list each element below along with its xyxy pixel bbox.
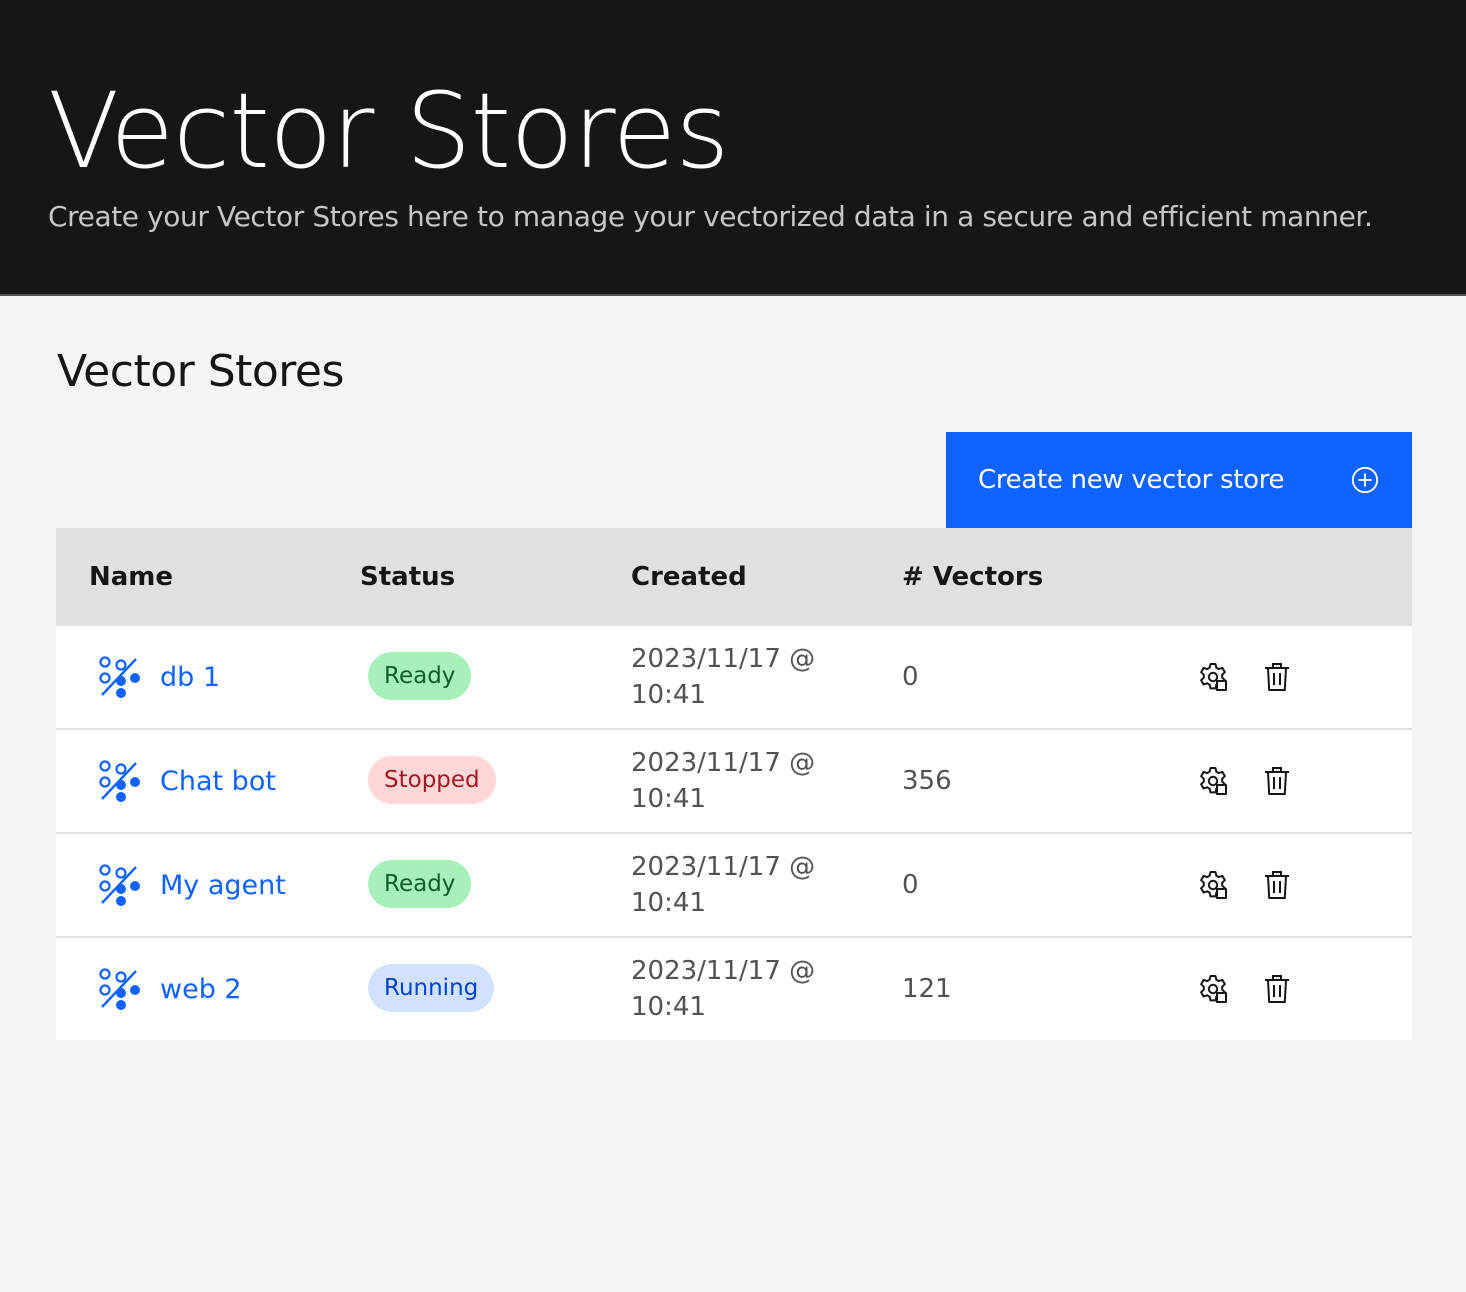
name-cell: My agent	[98, 834, 286, 936]
percentage-vector-icon	[99, 656, 140, 698]
vector-count: 0	[902, 662, 919, 692]
table-header: Name Status Created # Vectors	[56, 528, 1412, 626]
created-timestamp: 2023/11/17 @ 10:41	[631, 852, 816, 918]
table-row: Chat bot Stopped 2023/11/17 @ 10:41 356	[56, 730, 1412, 834]
page-title: Vector Stores	[48, 70, 730, 192]
settings-gear-icon	[1200, 975, 1227, 1003]
status-badge: Ready	[368, 652, 472, 700]
table-row: web 2 Running 2023/11/17 @ 10:41 121	[56, 938, 1412, 1040]
vector-count: 0	[902, 870, 919, 900]
delete-button[interactable]	[1260, 660, 1294, 694]
name-cell: Chat bot	[98, 730, 276, 832]
vector-count: 356	[902, 766, 952, 796]
column-header-vectors: # Vectors	[902, 562, 1044, 592]
table-row: db 1 Ready 2023/11/17 @ 10:41 0	[56, 626, 1412, 730]
settings-button[interactable]	[1196, 764, 1230, 798]
trash-can-icon	[1265, 871, 1289, 899]
name-cell: web 2	[98, 938, 242, 1040]
delete-button[interactable]	[1260, 764, 1294, 798]
vector-stores-table: Name Status Created # Vectors db 1 Ready…	[56, 528, 1412, 1040]
vector-store-name-link[interactable]: db 1	[160, 662, 220, 693]
vector-store-name-link[interactable]: My agent	[160, 870, 286, 901]
table-row: My agent Ready 2023/11/17 @ 10:41 0	[56, 834, 1412, 938]
column-header-created: Created	[631, 562, 747, 592]
settings-button[interactable]	[1196, 972, 1230, 1006]
vector-store-name-link[interactable]: Chat bot	[160, 766, 276, 797]
percentage-vector-icon	[99, 864, 140, 906]
section-title: Vector Stores	[57, 346, 344, 397]
created-timestamp: 2023/11/17 @ 10:41	[631, 956, 816, 1022]
table-body: db 1 Ready 2023/11/17 @ 10:41 0 Chat bot…	[56, 626, 1412, 1040]
add-circle-icon	[1351, 466, 1379, 494]
delete-button[interactable]	[1260, 972, 1294, 1006]
settings-button[interactable]	[1196, 660, 1230, 694]
page-header: Vector Stores Create your Vector Stores …	[0, 0, 1466, 296]
created-timestamp: 2023/11/17 @ 10:41	[631, 644, 816, 710]
trash-can-icon	[1265, 767, 1289, 795]
column-header-status: Status	[360, 562, 456, 592]
settings-gear-icon	[1200, 767, 1227, 795]
delete-button[interactable]	[1260, 868, 1294, 902]
status-badge: Ready	[368, 860, 472, 908]
trash-can-icon	[1265, 663, 1289, 691]
column-header-name: Name	[89, 562, 174, 592]
vector-store-name-link[interactable]: web 2	[160, 974, 242, 1005]
settings-gear-icon	[1200, 871, 1227, 899]
created-timestamp: 2023/11/17 @ 10:41	[631, 748, 816, 814]
name-cell: db 1	[98, 626, 220, 728]
page-subtitle: Create your Vector Stores here to manage…	[48, 200, 1373, 233]
vector-count: 121	[902, 974, 952, 1004]
settings-button[interactable]	[1196, 868, 1230, 902]
status-badge: Running	[368, 964, 495, 1012]
percentage-vector-icon	[99, 760, 140, 802]
settings-gear-icon	[1200, 663, 1227, 691]
percentage-vector-icon	[99, 968, 140, 1010]
trash-can-icon	[1265, 975, 1289, 1003]
create-vector-store-label: Create new vector store	[978, 465, 1285, 495]
status-badge: Stopped	[368, 756, 496, 804]
create-vector-store-button[interactable]: Create new vector store	[946, 432, 1412, 528]
